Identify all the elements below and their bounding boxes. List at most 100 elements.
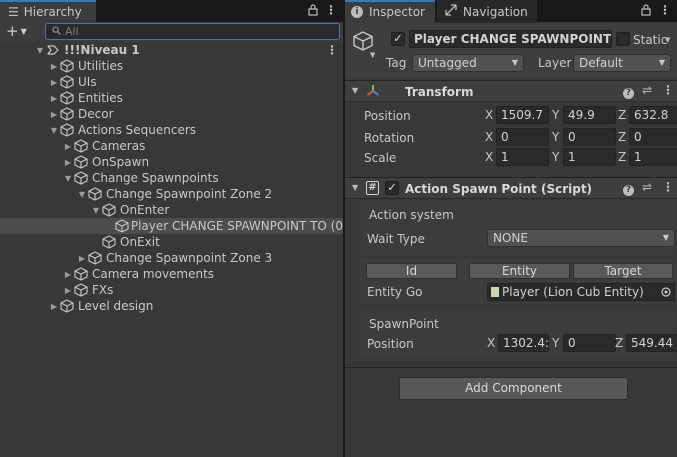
rotation-x-field[interactable]: 0 bbox=[496, 128, 549, 146]
scale-x-field[interactable]: 1 bbox=[496, 148, 549, 166]
tree-item[interactable]: ▼ Actions Sequencers bbox=[0, 122, 343, 138]
axis-z-label: Z bbox=[618, 150, 627, 164]
hierarchy-search-input[interactable]: All bbox=[45, 23, 340, 40]
foldout-icon[interactable]: ▼ bbox=[352, 183, 358, 192]
add-component-button[interactable]: Add Component bbox=[399, 377, 628, 400]
gameobject-icon bbox=[60, 75, 76, 89]
tree-item-label: Level design bbox=[78, 299, 154, 313]
tree-item-label: Player CHANGE SPAWNPOINT TO (0 bbox=[130, 219, 343, 233]
tree-item[interactable]: ▶ Utilities bbox=[0, 58, 343, 74]
chevron-down-icon[interactable]: ▼ bbox=[370, 51, 375, 59]
expand-down-icon[interactable]: ▼ bbox=[62, 174, 74, 183]
scale-z-field[interactable]: 1 bbox=[629, 148, 677, 166]
tree-item[interactable]: ▶ Level design bbox=[0, 298, 343, 314]
spawnpoint-position-y-field[interactable]: 0 bbox=[563, 334, 616, 352]
chevron-down-icon: ▼ bbox=[511, 58, 518, 67]
gameobject-icon bbox=[74, 267, 90, 281]
component-separator bbox=[345, 367, 677, 368]
foldout-icon[interactable]: ▼ bbox=[352, 86, 358, 95]
tree-item[interactable]: Player CHANGE SPAWNPOINT TO (0 bbox=[0, 218, 343, 234]
tree-item[interactable]: ▼ !!!Niveau 1 ⋮ bbox=[0, 42, 343, 58]
tag-dropdown[interactable]: Untagged ▼ bbox=[412, 54, 524, 72]
help-icon[interactable]: ? bbox=[623, 84, 634, 99]
tree-item[interactable]: OnExit bbox=[0, 234, 343, 250]
tree-item[interactable]: ▶ OnSpawn bbox=[0, 154, 343, 170]
wait-type-label: Wait Type bbox=[367, 232, 425, 246]
gameobject-icon bbox=[115, 219, 129, 233]
gameobject-icon bbox=[60, 59, 76, 73]
position-x-field[interactable]: 1509.7 bbox=[496, 106, 549, 124]
expand-down-icon[interactable]: ▼ bbox=[90, 206, 102, 215]
expand-right-icon[interactable]: ▶ bbox=[62, 286, 74, 295]
gameobject-icon bbox=[60, 91, 76, 105]
preset-icon[interactable]: ⇌ bbox=[642, 83, 652, 97]
expand-right-icon[interactable]: ▶ bbox=[48, 78, 60, 87]
tree-item[interactable]: ▶ Decor bbox=[0, 106, 343, 122]
preset-icon[interactable]: ⇌ bbox=[642, 180, 652, 194]
script-icon: # bbox=[366, 181, 379, 195]
gameobject-icon bbox=[60, 299, 76, 313]
expand-right-icon[interactable]: ▶ bbox=[62, 270, 74, 279]
script-file-icon bbox=[491, 287, 499, 297]
expand-right-icon[interactable]: ▶ bbox=[62, 158, 74, 167]
scale-y-field[interactable]: 1 bbox=[563, 148, 616, 166]
expand-right-icon[interactable]: ▶ bbox=[48, 62, 60, 71]
tree-item-label: OnSpawn bbox=[92, 155, 150, 169]
expand-right-icon[interactable]: ▶ bbox=[76, 254, 88, 263]
column-entity-button[interactable]: Entity bbox=[469, 263, 570, 279]
expand-right-icon[interactable]: ▶ bbox=[62, 142, 74, 151]
tree-item[interactable]: ▶ FXs bbox=[0, 282, 343, 298]
position-label: Position bbox=[364, 109, 411, 123]
component-menu-icon[interactable]: ⋮ bbox=[662, 180, 674, 194]
spawnpoint-position-x-field[interactable]: 1302.4: bbox=[498, 334, 549, 352]
tree-item-label: Camera movements bbox=[92, 267, 215, 281]
component-menu-icon[interactable]: ⋮ bbox=[662, 83, 674, 97]
column-target-button[interactable]: Target bbox=[573, 263, 673, 279]
entity-go-field[interactable]: Player (Lion Cub Entity) bbox=[487, 283, 675, 301]
tree-item-label: FXs bbox=[92, 283, 114, 297]
help-icon[interactable]: ? bbox=[623, 181, 634, 196]
spawnpoint-position-label: Position bbox=[367, 337, 414, 351]
tree-item[interactable]: ▶ Change Spawnpoint Zone 3 bbox=[0, 250, 343, 266]
tree-item[interactable]: ▶ Camera movements bbox=[0, 266, 343, 282]
tab-hierarchy[interactable]: ☰ Hierarchy bbox=[0, 0, 96, 23]
component-enabled-checkbox[interactable]: ✓ bbox=[385, 181, 399, 195]
tree-item[interactable]: ▶ Entities bbox=[0, 90, 343, 106]
expand-right-icon[interactable]: ▶ bbox=[48, 302, 60, 311]
create-button[interactable]: + ▼ bbox=[6, 23, 27, 40]
rotation-y-field[interactable]: 0 bbox=[563, 128, 616, 146]
spawnpoint-position-z-field[interactable]: 549.44 bbox=[626, 334, 677, 352]
static-checkbox[interactable] bbox=[616, 32, 630, 46]
object-picker-icon[interactable] bbox=[661, 286, 671, 300]
tree-item[interactable]: ▼ Change Spawnpoint Zone 2 bbox=[0, 186, 343, 202]
tab-inspector[interactable]: i Inspector bbox=[345, 0, 435, 23]
position-z-field[interactable]: 632.8 bbox=[629, 106, 677, 124]
position-y-field[interactable]: 49.9 bbox=[563, 106, 616, 124]
expand-down-icon[interactable]: ▼ bbox=[48, 126, 60, 135]
tree-item[interactable]: ▼ OnEnter bbox=[0, 202, 343, 218]
active-checkbox[interactable]: ✓ bbox=[391, 32, 405, 46]
column-id-button[interactable]: Id bbox=[366, 263, 457, 279]
tab-active-indicator bbox=[0, 0, 96, 2]
lock-icon[interactable] bbox=[639, 4, 653, 19]
object-name-field[interactable]: Player CHANGE SPAWNPOINT TO bbox=[409, 30, 612, 48]
axis-x-label: X bbox=[485, 108, 494, 122]
tab-navigation[interactable]: Navigation bbox=[437, 0, 537, 23]
expand-down-icon[interactable]: ▼ bbox=[34, 46, 46, 55]
tree-item[interactable]: ▶ UIs bbox=[0, 74, 343, 90]
expand-down-icon[interactable]: ▼ bbox=[76, 190, 88, 199]
rotation-z-field[interactable]: 0 bbox=[629, 128, 677, 146]
expand-right-icon[interactable]: ▶ bbox=[48, 110, 60, 119]
inspector-menu-icon[interactable]: ⋮ bbox=[658, 3, 672, 17]
chevron-down-icon: ▼ bbox=[20, 26, 27, 36]
hierarchy-menu-icon[interactable]: ⋮ bbox=[324, 3, 338, 17]
layer-dropdown[interactable]: Default ▼ bbox=[573, 54, 671, 72]
chevron-down-icon[interactable]: ▼ bbox=[665, 36, 670, 44]
scene-menu-icon[interactable]: ⋮ bbox=[326, 43, 338, 57]
expand-right-icon[interactable]: ▶ bbox=[48, 94, 60, 103]
tree-item[interactable]: ▼ Change Spawnpoints bbox=[0, 170, 343, 186]
wait-type-dropdown[interactable]: NONE ▼ bbox=[487, 229, 675, 247]
tree-item[interactable]: ▶ Cameras bbox=[0, 138, 343, 154]
info-icon: i bbox=[351, 5, 363, 18]
lock-icon[interactable] bbox=[306, 4, 320, 19]
